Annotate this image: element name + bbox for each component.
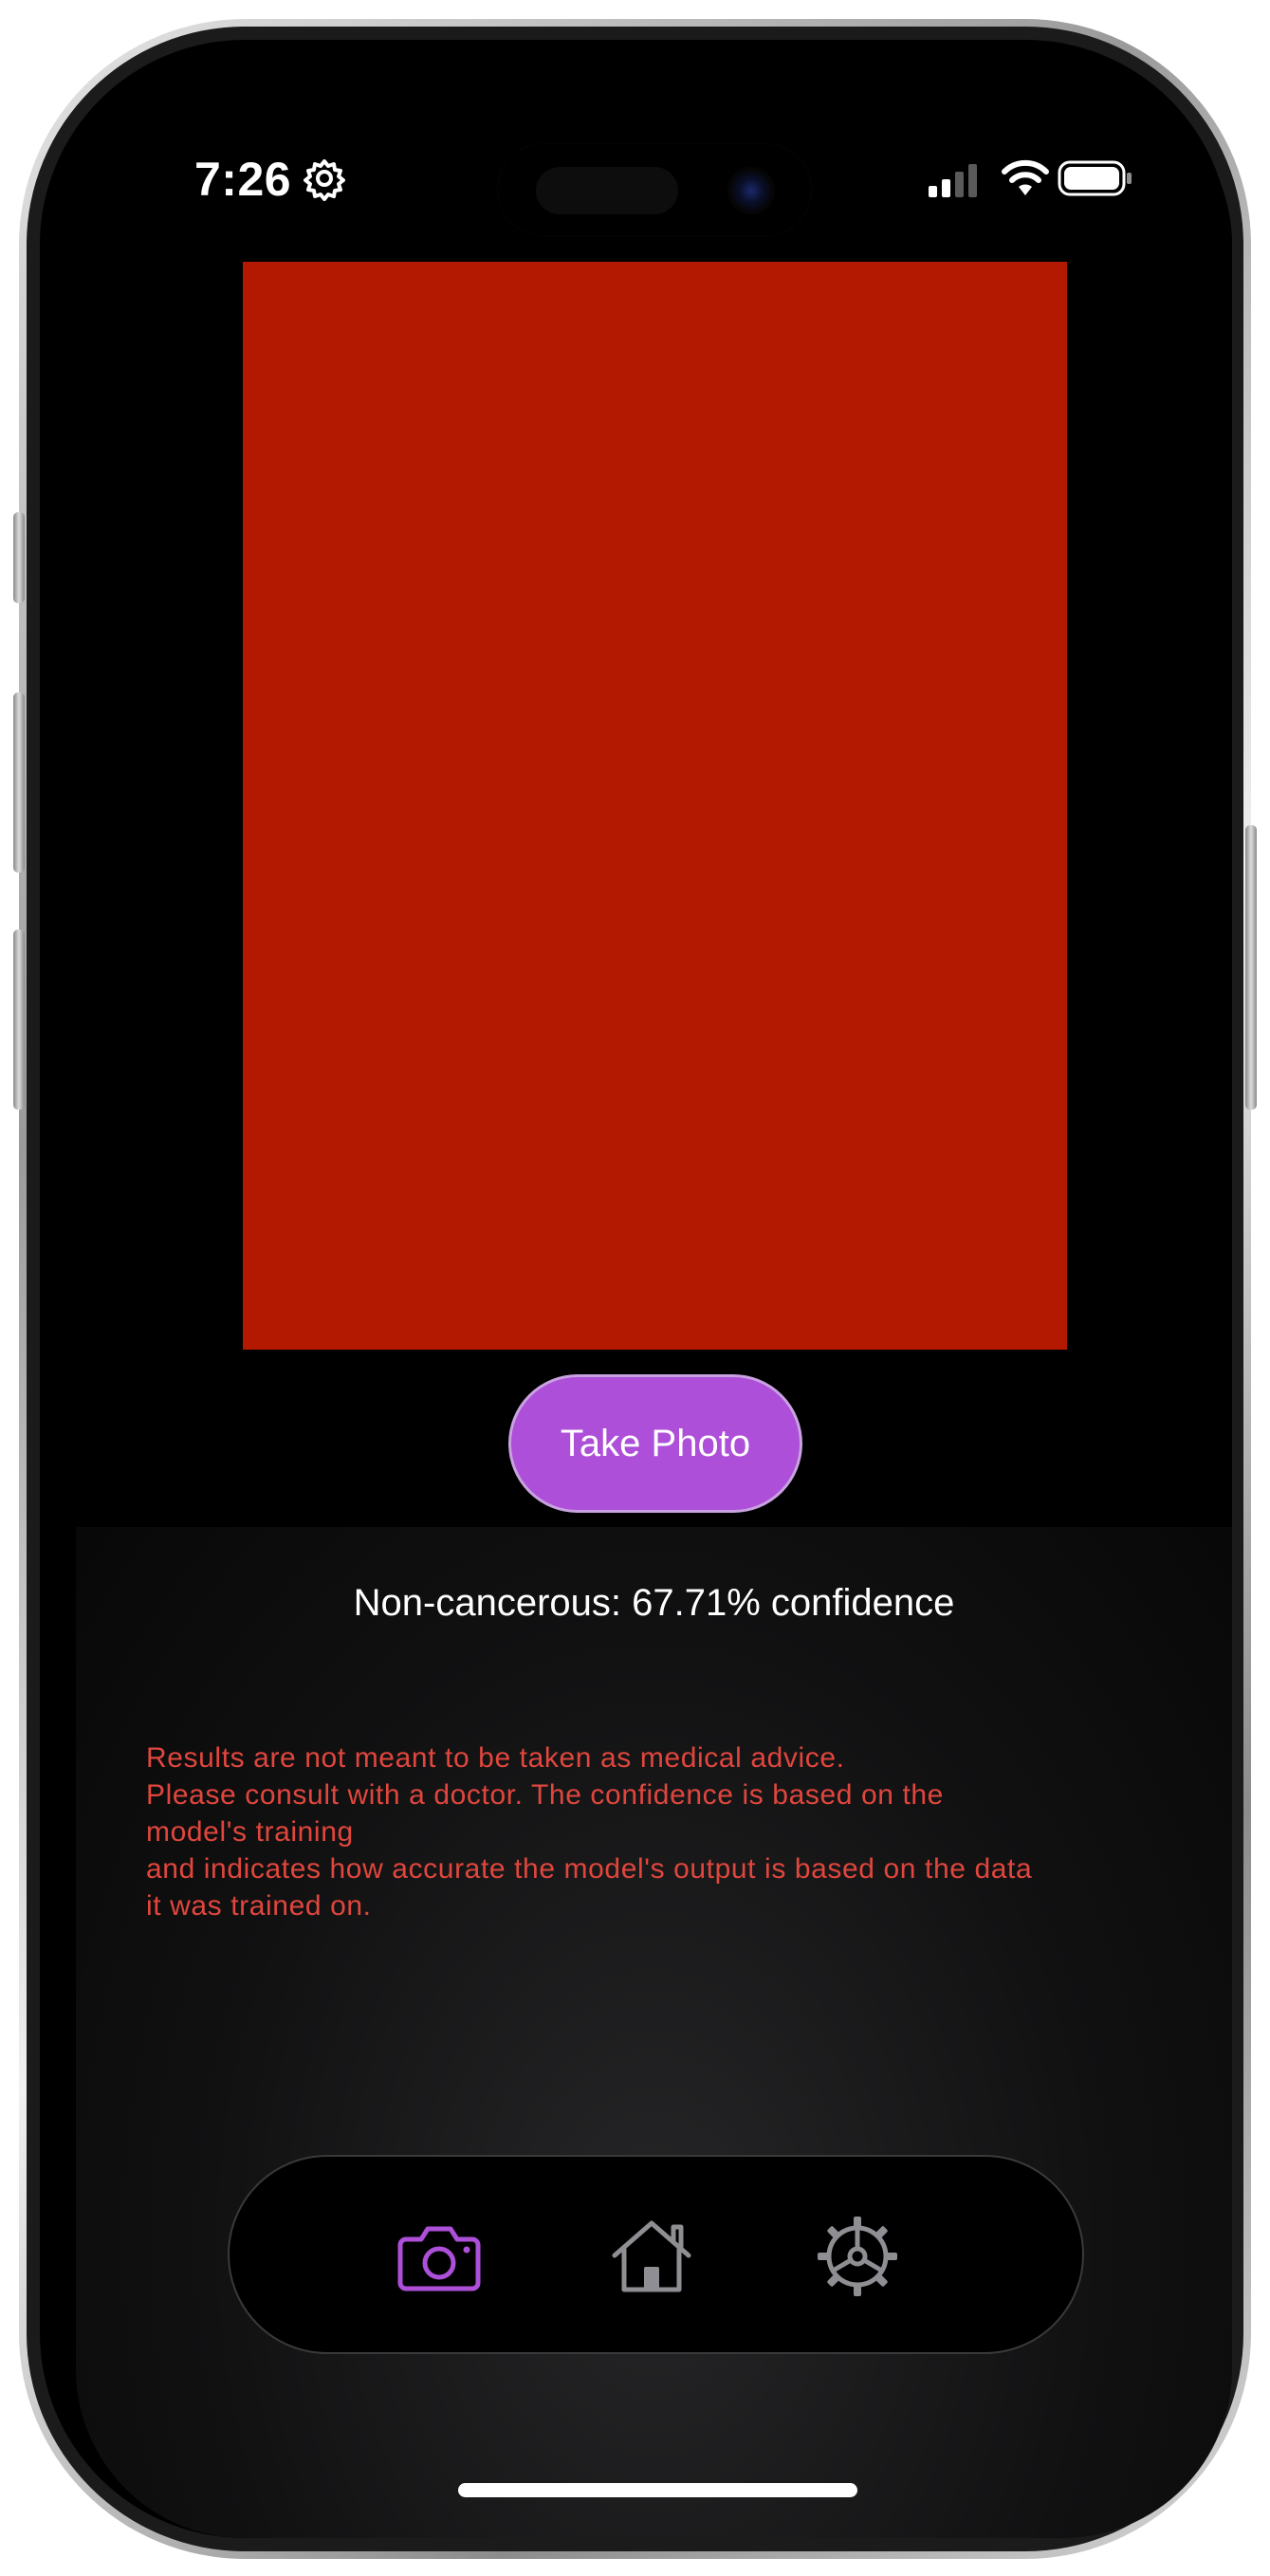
phone-frame: 7:26 Take Photo Non-cancerous: 67.71% co… [13,19,1257,2559]
status-time: 7:26 [194,153,292,206]
home-icon [612,2220,691,2292]
disclaimer-line: Please consult with a doctor. The confid… [146,1779,944,1811]
take-photo-button[interactable]: Take Photo [508,1374,802,1513]
result-text: Non-cancerous: 67.71% confidence [353,1582,955,1624]
settings-gear-icon [304,159,345,201]
battery-icon [1058,160,1132,196]
gear-icon [818,2217,897,2296]
disclaimer-line: and indicates how accurate the model's o… [146,1853,1033,1885]
front-camera [727,167,775,214]
screen: 7:26 Take Photo Non-cancerous: 67.71% co… [76,76,1232,2538]
tab-camera[interactable] [396,2214,482,2299]
disclaimer-line: Results are not meant to be taken as med… [146,1742,845,1774]
volume-down-button [13,929,25,1110]
tab-home[interactable] [609,2214,694,2299]
medical-disclaimer: Results are not meant to be taken as med… [146,1739,1170,1924]
dynamic-island [498,144,811,235]
action-button [13,512,25,603]
island-sensor [536,167,678,214]
wifi-icon [1002,159,1049,195]
camera-icon [397,2226,481,2291]
camera-preview [243,262,1067,1350]
tab-settings[interactable] [815,2214,900,2299]
cellular-signal-icon [929,164,977,197]
disclaimer-line: it was trained on. [146,1890,372,1922]
home-indicator[interactable] [458,2483,857,2497]
power-button [1245,825,1257,1110]
tab-bar [228,2155,1084,2354]
volume-up-button [13,692,25,873]
disclaimer-line: model's training [146,1816,354,1848]
